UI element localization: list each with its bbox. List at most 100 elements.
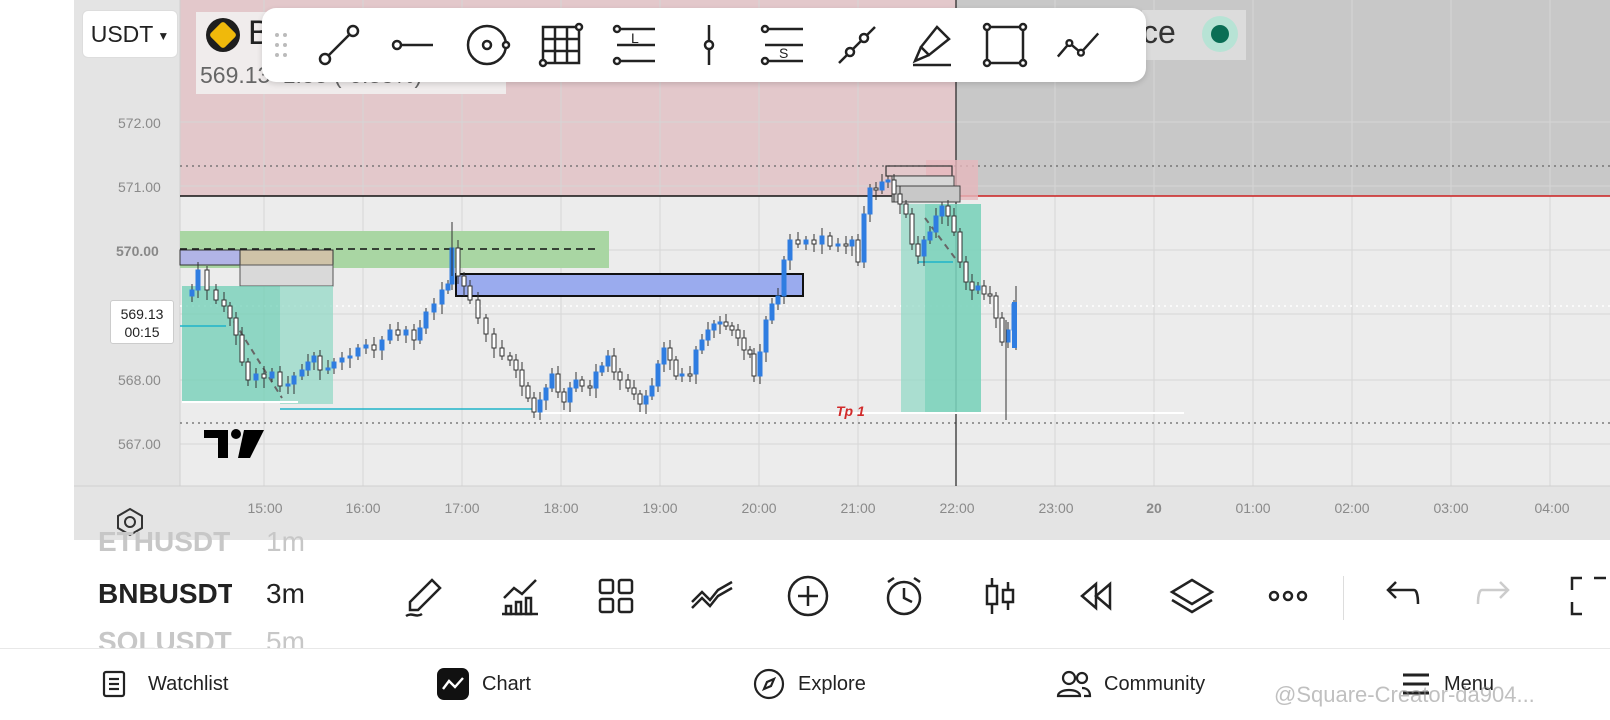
add-icon[interactable] <box>782 570 834 622</box>
candle-down <box>531 397 537 413</box>
compare-icon[interactable] <box>686 570 738 622</box>
candle-up <box>605 355 611 367</box>
nav-chart-label: Chart <box>482 672 531 695</box>
candle-up <box>439 289 445 305</box>
rectangle-icon[interactable] <box>980 20 1030 70</box>
grid-icon[interactable] <box>536 20 586 70</box>
trend-line-icon[interactable] <box>314 20 364 70</box>
candle-up <box>431 303 437 313</box>
drag-handle-icon[interactable] <box>266 20 296 70</box>
candle-up <box>423 311 429 329</box>
vertical-line-icon[interactable] <box>684 20 734 70</box>
interval-option[interactable]: 1m <box>266 528 305 556</box>
short-position-icon[interactable]: S <box>758 20 808 70</box>
layers-icon[interactable] <box>1166 570 1218 622</box>
candle-down <box>245 361 251 381</box>
candle-up <box>699 339 705 351</box>
candle-down <box>993 295 999 319</box>
time-axis-label: 04:00 <box>1534 500 1570 516</box>
candle-down <box>617 371 623 381</box>
candle-up <box>325 367 331 371</box>
grid-layout-icon[interactable] <box>590 570 642 622</box>
time-axis-label-day: 20 <box>1146 500 1162 516</box>
candle-up <box>189 289 195 297</box>
horizontal-ray-icon[interactable] <box>388 20 438 70</box>
candle-up <box>543 387 549 401</box>
circle-icon[interactable] <box>462 20 512 70</box>
candle-down <box>395 329 401 336</box>
candle-up <box>593 371 599 389</box>
nav-watchlist-label: Watchlist <box>148 672 229 695</box>
candle-up <box>347 355 353 359</box>
candle-down <box>611 355 617 373</box>
price-axis-label-567: 567.00 <box>118 436 161 452</box>
drawing-toolbar: L S <box>262 8 1146 82</box>
interval-option-selected[interactable]: 3m <box>266 578 305 610</box>
candle-down <box>483 317 489 335</box>
undo-icon[interactable] <box>1374 570 1426 622</box>
candle-down <box>963 261 969 283</box>
candle-up <box>711 323 717 331</box>
nav-explore[interactable]: Explore <box>752 664 866 704</box>
nav-chart[interactable]: Chart <box>436 664 531 704</box>
price-axis-label-570: 570.00 <box>116 243 159 259</box>
candle-down <box>213 289 219 301</box>
candle-down <box>491 333 497 349</box>
candle-down <box>221 299 227 307</box>
symbol-option-selected[interactable]: BNBUSDT <box>98 578 232 610</box>
highlighter-icon[interactable] <box>906 20 956 70</box>
candle-up <box>311 355 317 363</box>
candle-down <box>687 373 693 377</box>
fullscreen-icon[interactable] <box>1566 570 1610 622</box>
replay-icon[interactable] <box>1070 570 1122 622</box>
candle-up <box>379 339 385 351</box>
candles-icon[interactable] <box>974 570 1026 622</box>
path-icon[interactable] <box>1054 20 1104 70</box>
candle-down <box>735 329 741 339</box>
live-status-icon[interactable] <box>1202 16 1238 52</box>
symbol-option[interactable]: ETHUSDT <box>98 528 230 556</box>
candle-up <box>769 303 775 321</box>
compass-icon <box>753 668 785 700</box>
time-axis-label: 20:00 <box>741 500 777 516</box>
nav-explore-label: Explore <box>798 672 866 695</box>
candle-down <box>999 317 1005 343</box>
pencil-icon[interactable] <box>398 570 450 622</box>
currency-select[interactable]: USDT ▼ <box>82 10 178 58</box>
interval-option[interactable]: 5m <box>266 626 305 648</box>
candle-down <box>579 379 585 387</box>
candle-up <box>763 319 769 353</box>
current-price: 569.13 <box>120 306 164 322</box>
candle-up <box>927 231 933 241</box>
candle-down <box>673 359 679 377</box>
candle-down <box>909 213 915 245</box>
symbol-option[interactable]: SOLUSDT <box>98 626 232 648</box>
candle-up <box>757 351 763 377</box>
app-root: Tp 1 572.00 571.00 570.00 568.00 567.00 … <box>0 0 1610 720</box>
more-icon[interactable] <box>1262 570 1314 622</box>
time-axis-label: 22:00 <box>939 500 975 516</box>
price-axis-label-568: 568.00 <box>118 372 161 388</box>
redo-icon[interactable] <box>1470 570 1522 622</box>
candle-up <box>975 285 981 291</box>
watermark: @Square-Creator-da904... <box>1274 682 1535 707</box>
parallel-channel-icon[interactable] <box>832 20 882 70</box>
candle-up <box>253 373 259 381</box>
candle-down <box>507 355 513 361</box>
candle-up <box>285 383 291 387</box>
candle-up <box>355 347 361 357</box>
chevron-down-icon: ▼ <box>157 29 170 43</box>
candle-up <box>305 361 311 371</box>
long-position-icon[interactable]: L <box>610 20 660 70</box>
candle-down <box>455 247 461 277</box>
alarm-icon[interactable] <box>878 570 930 622</box>
candle-down <box>795 239 801 245</box>
indicators-icon[interactable] <box>494 570 546 622</box>
nav-watchlist[interactable]: Watchlist <box>98 664 228 704</box>
candle-down <box>204 269 210 291</box>
order-block <box>179 249 241 266</box>
candle-up <box>599 365 605 373</box>
candle-down <box>897 193 903 205</box>
candle-up <box>787 239 793 261</box>
nav-community[interactable]: Community <box>1056 664 1205 704</box>
